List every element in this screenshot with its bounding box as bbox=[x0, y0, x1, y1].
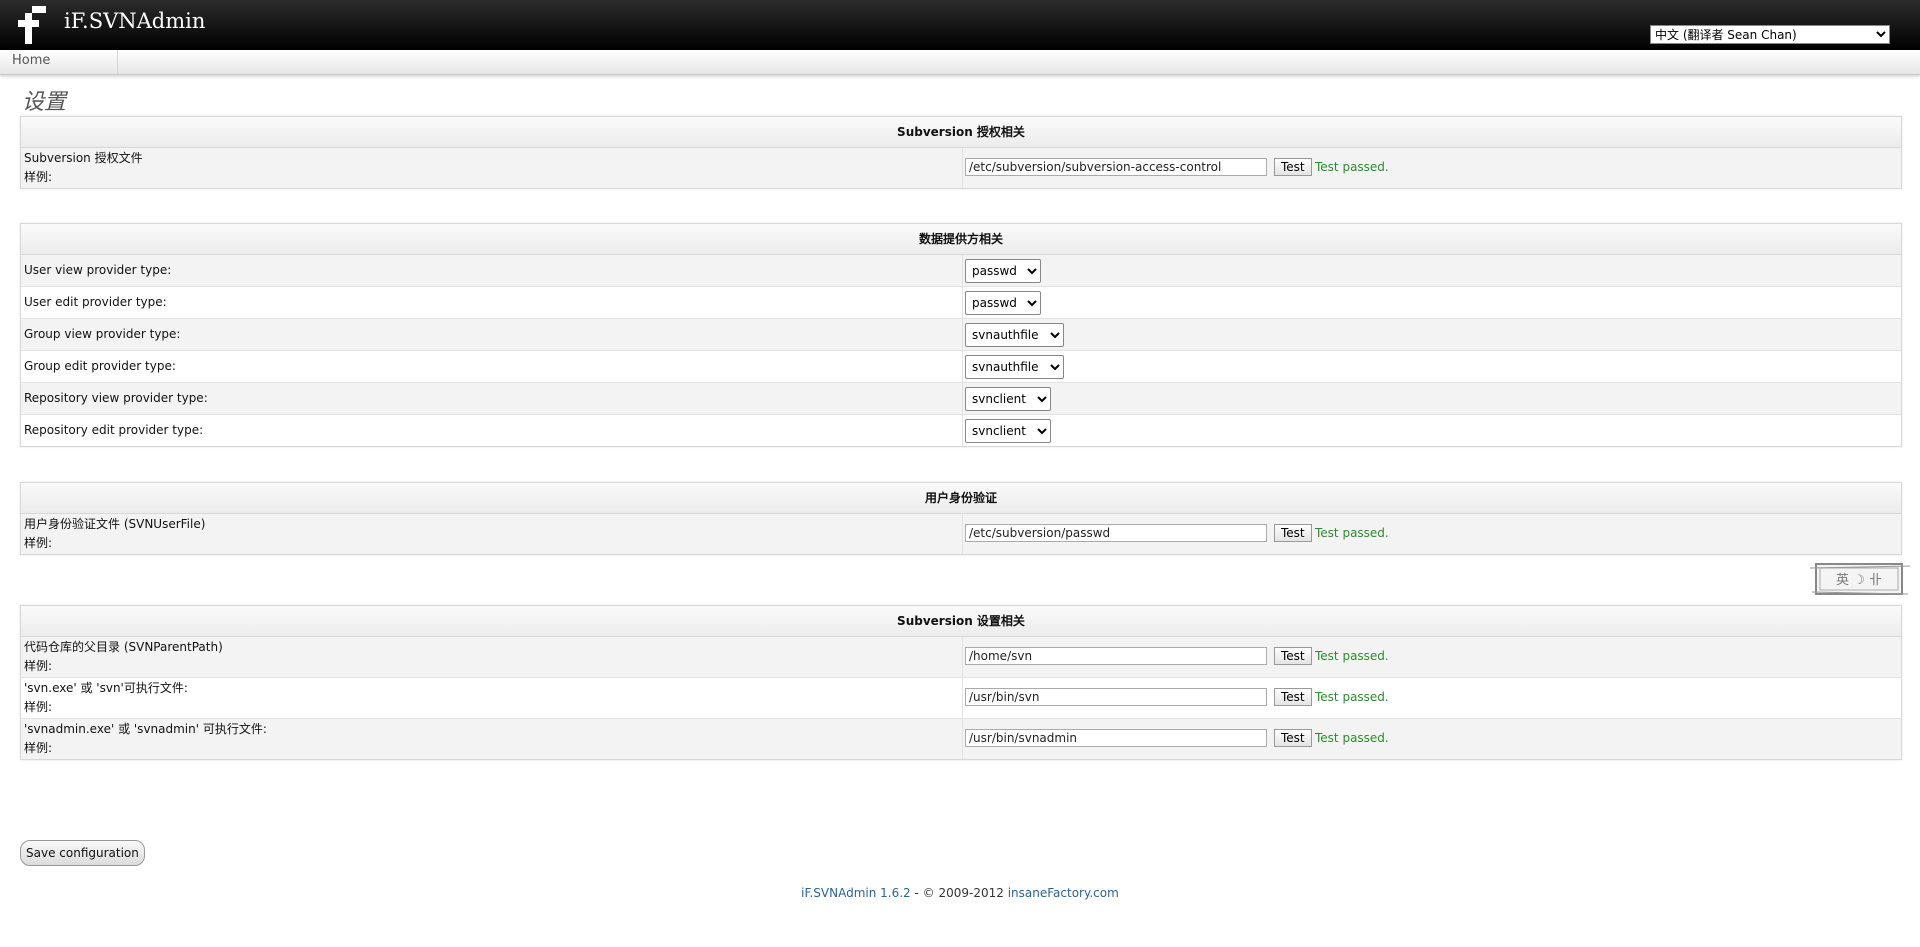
row-label-text: Subversion 授权文件 bbox=[24, 151, 143, 165]
row-control: Test Test passed. bbox=[962, 148, 1389, 188]
row-label: Subversion 授权文件 样例: bbox=[24, 150, 143, 186]
svn-parent-path-input[interactable] bbox=[965, 647, 1267, 665]
nav-item-home[interactable]: Home bbox=[0, 50, 118, 74]
section-title: Subversion 设置相关 bbox=[21, 606, 1901, 637]
row-control: Test Test passed. bbox=[962, 678, 1389, 718]
row-label-example: 样例: bbox=[24, 170, 53, 184]
app-title: iF.SVNAdmin bbox=[64, 9, 206, 33]
footer-product-link[interactable]: iF.SVNAdmin 1.6.2 bbox=[801, 886, 911, 900]
settings-row: Group view provider type: svnauthfile bbox=[21, 318, 1901, 350]
test-result: Test passed. bbox=[1315, 731, 1389, 745]
group-edit-provider-select[interactable]: svnauthfile bbox=[965, 355, 1064, 379]
settings-row: 用户身份验证文件 (SVNUserFile) 样例: Test Test pas… bbox=[21, 514, 1901, 554]
row-control: Test Test passed. bbox=[962, 719, 1389, 759]
row-label: 'svnadmin.exe' 或 'svnadmin' 可执行文件: 样例: bbox=[24, 721, 267, 757]
settings-row: Repository view provider type: svnclient bbox=[21, 382, 1901, 414]
test-button[interactable]: Test bbox=[1274, 688, 1312, 706]
footer-copyright: - © 2009-2012 bbox=[910, 886, 1008, 900]
row-label: Repository edit provider type: bbox=[24, 423, 204, 437]
row-control: passwd bbox=[962, 255, 1041, 286]
row-control: svnclient bbox=[962, 415, 1051, 446]
test-button[interactable]: Test bbox=[1274, 524, 1312, 542]
svn-binary-input[interactable] bbox=[965, 688, 1267, 706]
test-button[interactable]: Test bbox=[1274, 729, 1312, 747]
test-button[interactable]: Test bbox=[1274, 647, 1312, 665]
row-label-example: 样例: bbox=[24, 700, 53, 714]
settings-row: User edit provider type: passwd bbox=[21, 286, 1901, 318]
row-label-example: 样例: bbox=[24, 659, 53, 673]
settings-row: Repository edit provider type: svnclient bbox=[21, 414, 1901, 446]
user-file-input[interactable] bbox=[965, 524, 1267, 542]
footer-vendor-link[interactable]: insaneFactory.com bbox=[1008, 886, 1119, 900]
row-control: passwd bbox=[962, 287, 1041, 318]
row-label-example: 样例: bbox=[24, 741, 53, 755]
section-title: Subversion 授权相关 bbox=[21, 117, 1901, 148]
settings-row: Subversion 授权文件 样例: Test Test passed. bbox=[21, 148, 1901, 188]
row-label: User view provider type: bbox=[24, 263, 172, 277]
page-title: 设置 bbox=[22, 90, 67, 115]
save-configuration-button[interactable]: Save configuration bbox=[20, 840, 145, 866]
svnadmin-binary-input[interactable] bbox=[965, 729, 1267, 747]
row-label: Repository view provider type: bbox=[24, 391, 208, 405]
repository-view-provider-select[interactable]: svnclient bbox=[965, 387, 1051, 411]
row-label: 用户身份验证文件 (SVNUserFile) 样例: bbox=[24, 516, 205, 552]
section-user-auth: 用户身份验证 用户身份验证文件 (SVNUserFile) 样例: Test T… bbox=[20, 482, 1902, 555]
section-title: 数据提供方相关 bbox=[21, 224, 1901, 255]
row-label-text: 'svnadmin.exe' 或 'svnadmin' 可执行文件: bbox=[24, 722, 267, 736]
section-title: 用户身份验证 bbox=[21, 483, 1901, 514]
test-button[interactable]: Test bbox=[1274, 158, 1312, 176]
row-label-example: 样例: bbox=[24, 536, 53, 550]
row-label: Group edit provider type: bbox=[24, 359, 176, 373]
row-label: 'svn.exe' 或 'svn'可执行文件: 样例: bbox=[24, 680, 188, 716]
row-label: Group view provider type: bbox=[24, 327, 181, 341]
row-label-text: 用户身份验证文件 (SVNUserFile) bbox=[24, 517, 206, 531]
settings-row: User view provider type: passwd bbox=[21, 255, 1901, 286]
main-nav: Home bbox=[0, 50, 1920, 75]
footer: iF.SVNAdmin 1.6.2 - © 2009-2012 insaneFa… bbox=[0, 886, 1920, 900]
test-result: Test passed. bbox=[1315, 526, 1389, 540]
app-logo-icon bbox=[18, 6, 46, 44]
row-control: svnclient bbox=[962, 383, 1051, 414]
settings-row: 'svn.exe' 或 'svn'可执行文件: 样例: Test Test pa… bbox=[21, 677, 1901, 718]
row-control: Test Test passed. bbox=[962, 637, 1389, 677]
user-view-provider-select[interactable]: passwd bbox=[965, 259, 1041, 283]
row-control: Test Test passed. bbox=[962, 514, 1389, 554]
test-result: Test passed. bbox=[1315, 160, 1389, 174]
section-svn-settings: Subversion 设置相关 代码仓库的父目录 (SVNParentPath)… bbox=[20, 605, 1902, 760]
repository-edit-provider-select[interactable]: svnclient bbox=[965, 419, 1051, 443]
settings-row: 'svnadmin.exe' 或 'svnadmin' 可执行文件: 样例: T… bbox=[21, 718, 1901, 759]
language-select[interactable]: 中文 (翻译者 Sean Chan) bbox=[1650, 25, 1890, 44]
section-auth-file: Subversion 授权相关 Subversion 授权文件 样例: Test… bbox=[20, 116, 1902, 189]
row-control: svnauthfile bbox=[962, 319, 1064, 350]
user-edit-provider-select[interactable]: passwd bbox=[965, 291, 1041, 315]
row-label-text: 'svn.exe' 或 'svn'可执行文件: bbox=[24, 681, 188, 695]
access-file-input[interactable] bbox=[965, 158, 1267, 176]
stamp-text: 英 ☽ 卝 bbox=[1836, 573, 1882, 588]
stamp-logo-icon: 英 ☽ 卝 bbox=[1810, 563, 1910, 595]
row-control: svnauthfile bbox=[962, 351, 1064, 382]
row-label-text: 代码仓库的父目录 (SVNParentPath) bbox=[24, 640, 223, 654]
row-label: 代码仓库的父目录 (SVNParentPath) 样例: bbox=[24, 639, 223, 675]
test-result: Test passed. bbox=[1315, 690, 1389, 704]
section-providers: 数据提供方相关 User view provider type: passwd … bbox=[20, 223, 1902, 447]
row-label: User edit provider type: bbox=[24, 295, 167, 309]
group-view-provider-select[interactable]: svnauthfile bbox=[965, 323, 1064, 347]
test-result: Test passed. bbox=[1315, 649, 1389, 663]
top-header: iF.SVNAdmin 中文 (翻译者 Sean Chan) bbox=[0, 0, 1920, 50]
settings-row: 代码仓库的父目录 (SVNParentPath) 样例: Test Test p… bbox=[21, 637, 1901, 677]
settings-row: Group edit provider type: svnauthfile bbox=[21, 350, 1901, 382]
